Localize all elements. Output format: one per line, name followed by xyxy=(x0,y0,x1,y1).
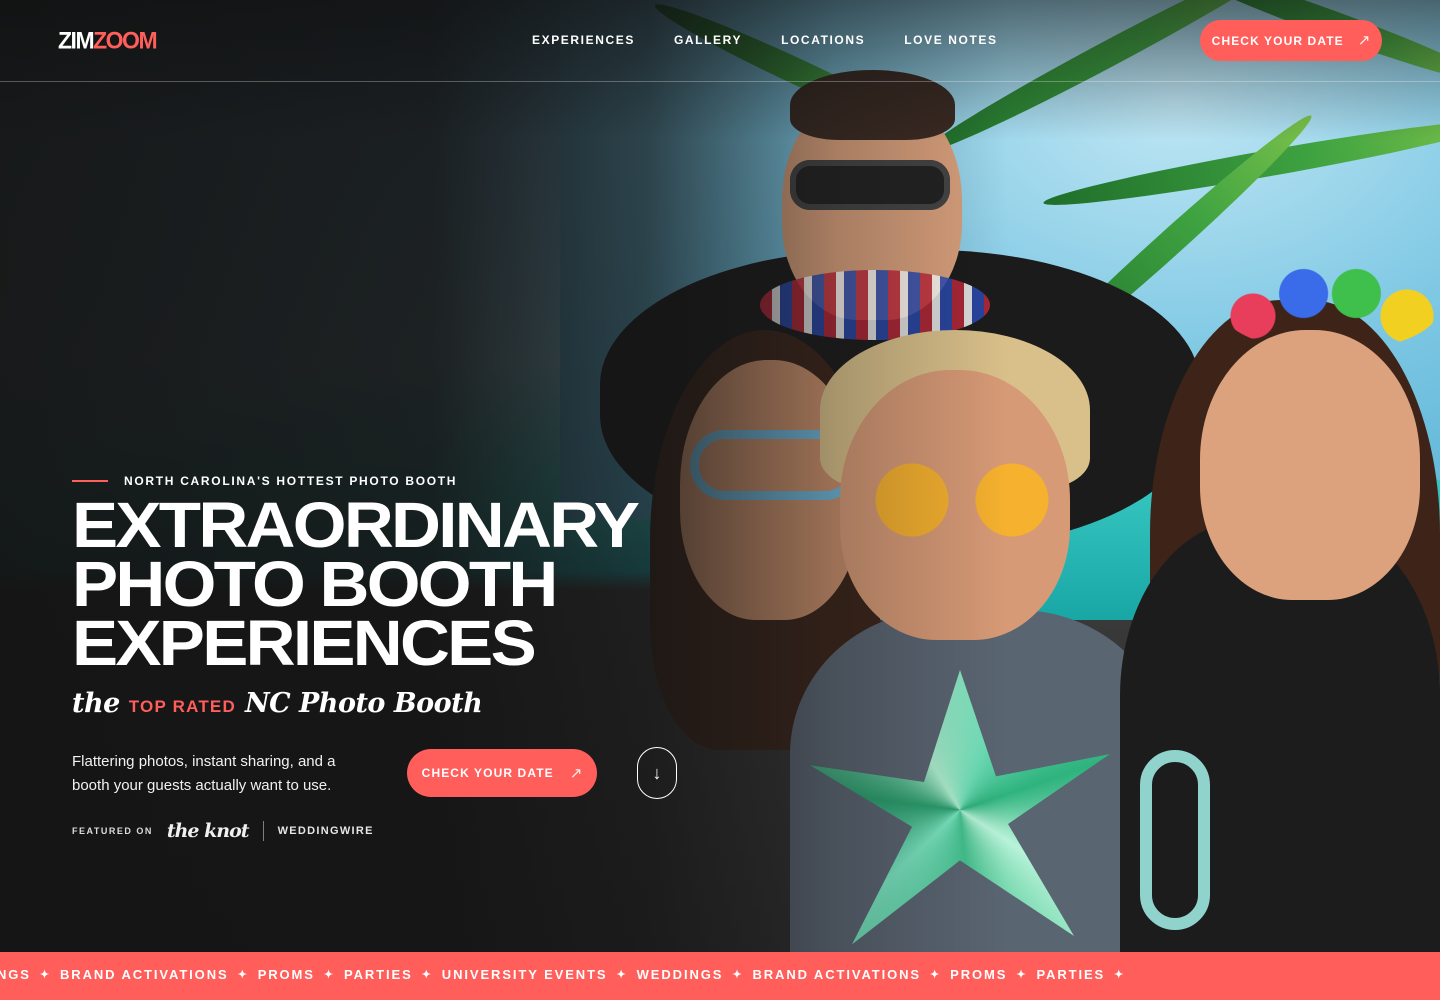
headline-line-2: PHOTO BOOTH xyxy=(72,548,558,620)
arrow-down-icon: ↓ xyxy=(652,762,662,783)
event-types-marquee: NGS ✦ BRAND ACTIVATIONS ✦ PROMS ✦ PARTIES ✦ … xyxy=(0,952,1440,1000)
check-date-button-hero[interactable]: CHECK YOUR DATE ↗ xyxy=(407,749,597,797)
headline-line-3: EXPERIENCES xyxy=(72,607,537,679)
sparkle-star-icon: ✦ xyxy=(732,969,744,981)
featured-label: FEATURED ON xyxy=(72,826,153,836)
sparkle-star-icon: ✦ xyxy=(616,969,628,981)
marquee-item: PROMS ✦ xyxy=(257,967,335,982)
hero-tagline: the TOP RATED NC Photo Booth xyxy=(72,688,483,719)
sparkle-star-icon: ✦ xyxy=(930,969,942,981)
nav-experiences[interactable]: EXPERIENCES xyxy=(532,33,635,47)
featured-on: FEATURED ON the knot WEDDINGWIRE xyxy=(72,820,374,842)
nav-locations[interactable]: LOCATIONS xyxy=(781,33,865,47)
the-knot-logo: the knot xyxy=(166,820,250,842)
kicker-rule xyxy=(72,480,108,482)
check-date-button-header[interactable]: CHECK YOUR DATE ↗ xyxy=(1200,20,1382,61)
check-date-label: CHECK YOUR DATE xyxy=(421,766,554,780)
logo-zoom: ZOOM xyxy=(93,26,158,54)
site-header: ZIMZOOM EXPERIENCES GALLERY LOCATIONS LO… xyxy=(0,0,1440,82)
arrow-up-right-icon: ↗ xyxy=(1357,32,1371,49)
marquee-item: PARTIES ✦ xyxy=(1036,967,1126,982)
tagline-script-prefix: the xyxy=(72,688,120,719)
sparkle-star-icon: ✦ xyxy=(323,969,335,981)
tagline-caps: TOP RATED xyxy=(128,697,236,716)
sparkle-star-icon: ✦ xyxy=(237,969,249,981)
marquee-item: UNIVERSITY EVENTS ✦ xyxy=(441,967,628,982)
hero-description: Flattering photos, instant sharing, and … xyxy=(72,753,336,794)
sparkle-star-icon: ✦ xyxy=(1016,969,1028,981)
marquee-item: BRAND ACTIVATIONS ✦ xyxy=(752,967,942,982)
kicker-text: NORTH CAROLINA'S HOTTEST PHOTO BOOTH xyxy=(124,474,458,488)
featured-divider xyxy=(262,821,264,841)
marquee-track: NGS ✦ BRAND ACTIVATIONS ✦ PROMS ✦ PARTIES ✦ … xyxy=(0,967,1134,982)
nav-love-notes[interactable]: LOVE NOTES xyxy=(904,33,997,47)
sparkle-star-icon: ✦ xyxy=(421,969,433,981)
brand-logo[interactable]: ZIMZOOM xyxy=(58,26,158,54)
nav-gallery[interactable]: GALLERY xyxy=(674,33,742,47)
check-date-label: CHECK YOUR DATE xyxy=(1211,33,1344,48)
scroll-down-button[interactable]: ↓ xyxy=(637,747,677,799)
marquee-item: PARTIES ✦ xyxy=(343,967,433,982)
marquee-item: BRAND ACTIVATIONS ✦ xyxy=(60,967,249,982)
logo-zim: ZIM xyxy=(58,26,95,54)
main-nav: EXPERIENCES GALLERY LOCATIONS LOVE NOTES xyxy=(532,33,998,47)
hero-headline: EXTRAORDINARY PHOTO BOOTH EXPERIENCES xyxy=(72,493,640,675)
marquee-item: WEDDINGS ✦ xyxy=(636,967,744,982)
sparkle-star-icon: ✦ xyxy=(1114,969,1126,981)
tagline-script-suffix: NC Photo Booth xyxy=(244,688,483,719)
headline-line-1: EXTRAORDINARY xyxy=(72,489,640,561)
marquee-item: NGS ✦ xyxy=(0,967,51,982)
weddingwire-logo: WEDDINGWIRE xyxy=(277,825,374,837)
sparkle-star-icon: ✦ xyxy=(39,969,51,981)
arrow-up-right-icon: ↗ xyxy=(569,764,583,782)
marquee-item: PROMS ✦ xyxy=(950,967,1028,982)
hero-kicker: NORTH CAROLINA'S HOTTEST PHOTO BOOTH xyxy=(72,474,457,488)
